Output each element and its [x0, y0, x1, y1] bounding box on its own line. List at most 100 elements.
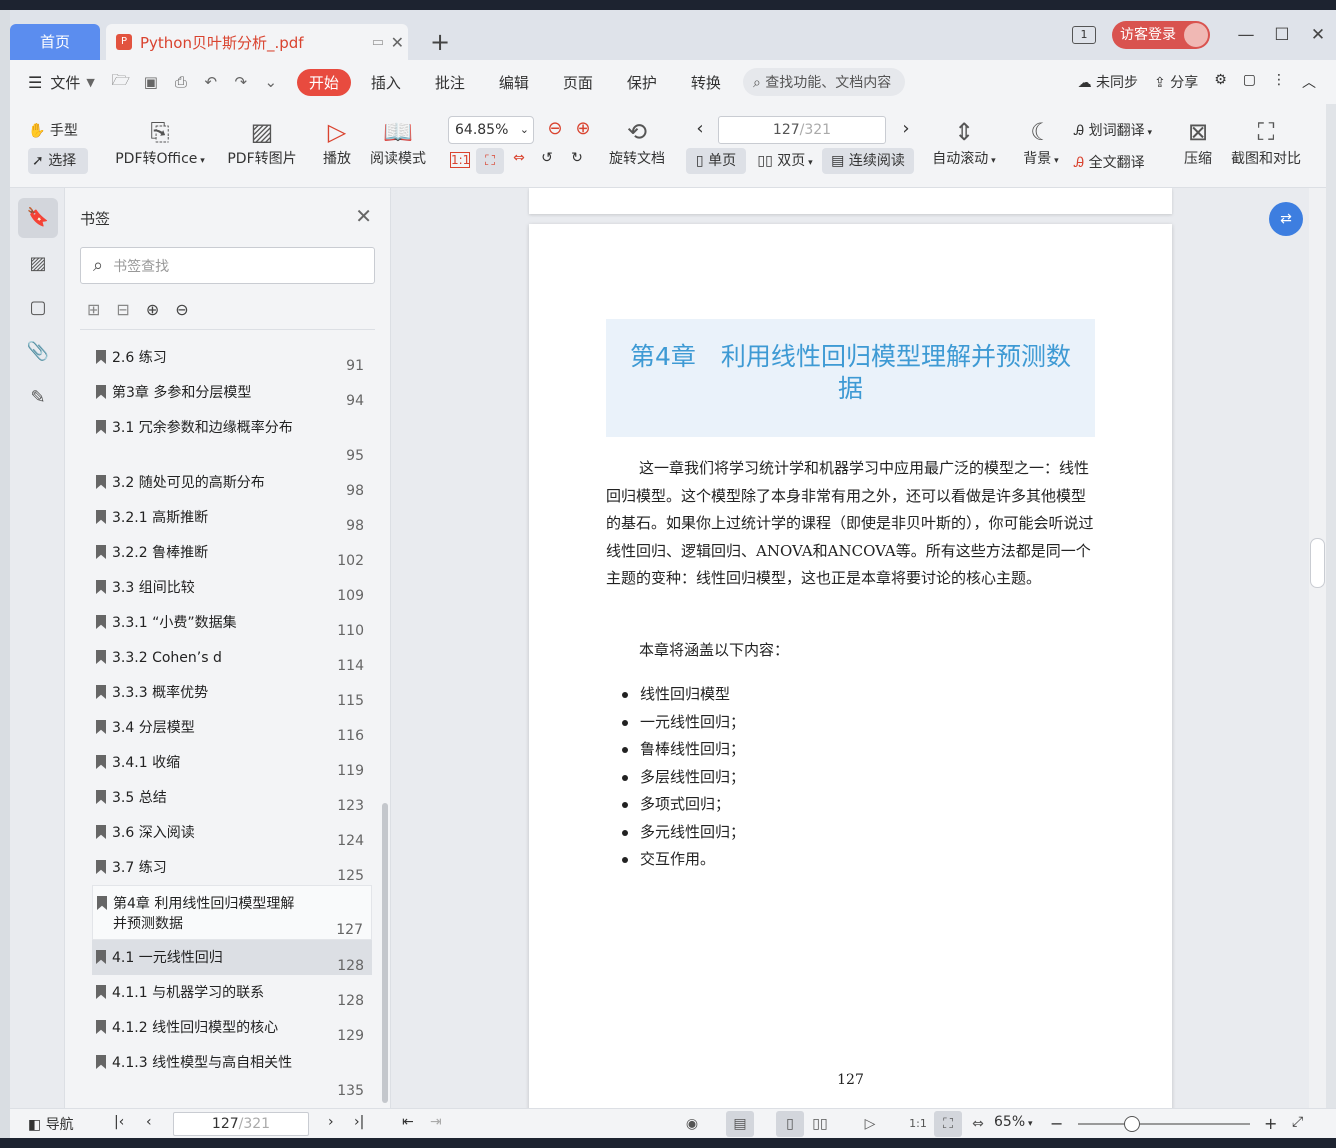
fit-width-icon[interactable]: ⇔ — [964, 1111, 992, 1137]
collapse-all-icon[interactable]: ⊟ — [116, 300, 129, 319]
zoom-out-icon[interactable]: − — [1050, 1114, 1063, 1133]
list-item[interactable]: 3.3.1 “小费”数据集 110 — [92, 605, 372, 640]
signature-icon[interactable]: ✎ — [18, 378, 58, 418]
fit-page-icon[interactable]: ⛶ — [934, 1111, 962, 1137]
list-item[interactable]: 3.2.2 鲁棒推断 102 — [92, 535, 372, 570]
rotate-document-button[interactable]: ⟲ 旋转文档 — [604, 116, 670, 168]
more-dropdown-icon[interactable]: ⌄ — [261, 73, 281, 91]
page-number-input[interactable]: 127/321 — [718, 116, 886, 144]
zoom-out-icon[interactable]: ⊖ — [544, 118, 566, 139]
select-tool[interactable]: ➚ 选择 — [28, 148, 88, 174]
feature-search[interactable]: ⌕ 查找功能、文档内容 — [742, 68, 906, 96]
undo-icon[interactable]: ↶ — [201, 73, 221, 91]
menu-start[interactable]: 开始 — [296, 68, 351, 96]
list-item[interactable]: 3.5 总结 123 — [92, 780, 372, 815]
list-item[interactable]: 4.1.2 线性回归模型的核心 129 — [92, 1010, 372, 1045]
fit-page-icon[interactable]: ⛶ — [476, 148, 504, 174]
play-icon[interactable]: ▷ — [856, 1111, 884, 1137]
last-page-icon[interactable]: ›| — [354, 1114, 364, 1130]
print-icon[interactable]: ⎙ — [171, 73, 191, 91]
close-tab-icon[interactable]: ✕ — [391, 33, 404, 52]
open-folder-icon[interactable]: 🗁 — [111, 70, 131, 95]
menu-page[interactable]: 页面 — [563, 72, 593, 93]
zoom-slider-handle[interactable] — [1124, 1116, 1140, 1132]
new-tab-button[interactable]: + — [430, 28, 450, 56]
delete-bookmark-icon[interactable]: ⊖ — [175, 300, 188, 319]
background-button[interactable]: ☾ 背景 ▾ — [1018, 116, 1064, 168]
list-item[interactable]: 3.4.1 收缩 119 — [92, 745, 372, 780]
zoom-slider[interactable] — [1078, 1116, 1250, 1132]
share-button[interactable]: ⇪ 分享 — [1154, 72, 1198, 92]
save-icon[interactable]: ▣ — [141, 73, 161, 91]
read-mode-button[interactable]: 📖 阅读模式 — [366, 116, 430, 168]
bookmark-icon[interactable]: 🔖 — [18, 198, 58, 238]
list-item[interactable]: 3.4 分层模型 116 — [92, 710, 372, 745]
fit-width-icon[interactable]: ⇔ — [508, 150, 530, 166]
tab-home[interactable]: 首页 — [10, 24, 100, 60]
prev-page-icon[interactable]: ‹ — [146, 1114, 152, 1130]
list-item-hovered[interactable]: 4.1 一元线性回归 128 — [92, 940, 372, 975]
scrollbar-thumb[interactable] — [1310, 538, 1325, 588]
comment-icon[interactable]: ▢ — [1243, 72, 1256, 92]
maximize-button[interactable]: ☐ — [1264, 25, 1300, 45]
play-button[interactable]: ▷ 播放 — [318, 116, 356, 168]
pdf-to-office-button[interactable]: ⎘ PDF转Office ▾ — [110, 116, 210, 168]
list-item[interactable]: 3.3.3 概率优势 115 — [92, 675, 372, 710]
list-item[interactable]: 3.7 练习 125 — [92, 850, 372, 885]
floating-convert-icon[interactable]: ⇄ — [1269, 202, 1303, 236]
auto-scroll-button[interactable]: ⇕ 自动滚动 ▾ — [928, 116, 1000, 168]
zoom-select[interactable]: 64.85% ⌄ — [448, 116, 534, 144]
single-page-button[interactable]: ▯ 单页 — [686, 148, 746, 174]
bookmark-search-input[interactable]: ⌕ 书签查找 — [80, 247, 375, 284]
full-translate-button[interactable]: Ꭿ 全文翻译 — [1074, 152, 1170, 172]
list-item[interactable]: 3.1 冗余参数和边缘概率分布 95 — [92, 410, 372, 465]
attachment-icon[interactable]: 📎 — [18, 332, 58, 372]
bookmark-scrollbar[interactable] — [382, 803, 388, 1103]
redo-icon[interactable]: ↷ — [231, 73, 251, 91]
collapse-ribbon-icon[interactable]: ︿ — [1302, 72, 1316, 92]
thumbnail-icon[interactable]: ▨ — [18, 244, 58, 284]
zoom-level[interactable]: 65% ▾ — [994, 1114, 1033, 1130]
monitor-icon[interactable]: ▭ — [372, 35, 384, 50]
close-icon[interactable]: ✕ — [355, 204, 372, 228]
file-menu[interactable]: ☰ 文件 ▼ — [28, 72, 95, 93]
actual-size-icon[interactable]: 1:1 — [904, 1111, 932, 1137]
comment-icon[interactable]: ▢ — [18, 288, 58, 328]
rotate-left-icon[interactable]: ↺ — [536, 150, 558, 166]
compress-button[interactable]: ⊠ 压缩 — [1180, 116, 1216, 168]
zoom-in-icon[interactable]: + — [1264, 1114, 1277, 1133]
forward-icon[interactable]: ⇥ — [430, 1114, 442, 1130]
single-page-view-icon[interactable]: ▯ — [776, 1111, 804, 1137]
menu-insert[interactable]: 插入 — [371, 72, 401, 93]
double-page-view-icon[interactable]: ▯▯ — [806, 1111, 834, 1137]
next-page-icon[interactable]: › — [896, 118, 916, 139]
fullscreen-icon[interactable]: ⤢ — [1292, 1114, 1303, 1130]
sync-button[interactable]: ☁ 未同步 — [1078, 72, 1138, 92]
list-item[interactable]: 3.2.1 高斯推断 98 — [92, 500, 372, 535]
navigation-toggle[interactable]: ◧ 导航 — [28, 1114, 74, 1134]
minimize-button[interactable]: — — [1228, 25, 1264, 45]
first-page-icon[interactable]: |‹ — [114, 1114, 124, 1130]
eye-protect-icon[interactable]: ◉ — [678, 1111, 706, 1137]
more-icon[interactable]: ⋮ — [1272, 72, 1286, 92]
actual-size-icon[interactable]: 1:1 — [450, 152, 470, 168]
prev-page-icon[interactable]: ‹ — [690, 118, 710, 139]
zoom-in-icon[interactable]: ⊕ — [572, 118, 594, 139]
menu-annotate[interactable]: 批注 — [435, 72, 465, 93]
status-page-input[interactable]: 127/321 — [173, 1112, 309, 1136]
document-scrollbar[interactable] — [1309, 188, 1326, 1108]
list-item[interactable]: 3.3.2 Cohen’s d 114 — [92, 640, 372, 675]
double-page-button[interactable]: ▯▯ 双页 ▾ — [750, 150, 820, 170]
list-item[interactable]: 2.6 练习 91 — [92, 340, 372, 375]
menu-convert[interactable]: 转换 — [691, 72, 721, 93]
list-item-current[interactable]: 第4章 利用线性回归模型理解并预测数据 127 — [92, 885, 372, 940]
login-button[interactable]: 访客登录 — [1112, 21, 1210, 49]
list-item[interactable]: 第3章 多参和分层模型 94 — [92, 375, 372, 410]
window-count-badge[interactable]: 1 — [1072, 26, 1096, 44]
word-translate-button[interactable]: Ꭿ 划词翻译 ▾ — [1074, 120, 1170, 140]
rotate-right-icon[interactable]: ↻ — [566, 150, 588, 166]
add-bookmark-icon[interactable]: ⊕ — [146, 300, 159, 319]
menu-edit[interactable]: 编辑 — [499, 72, 529, 93]
continuous-read-button[interactable]: ▤ 连续阅读 — [822, 148, 914, 174]
expand-all-icon[interactable]: ⊞ — [87, 300, 100, 319]
